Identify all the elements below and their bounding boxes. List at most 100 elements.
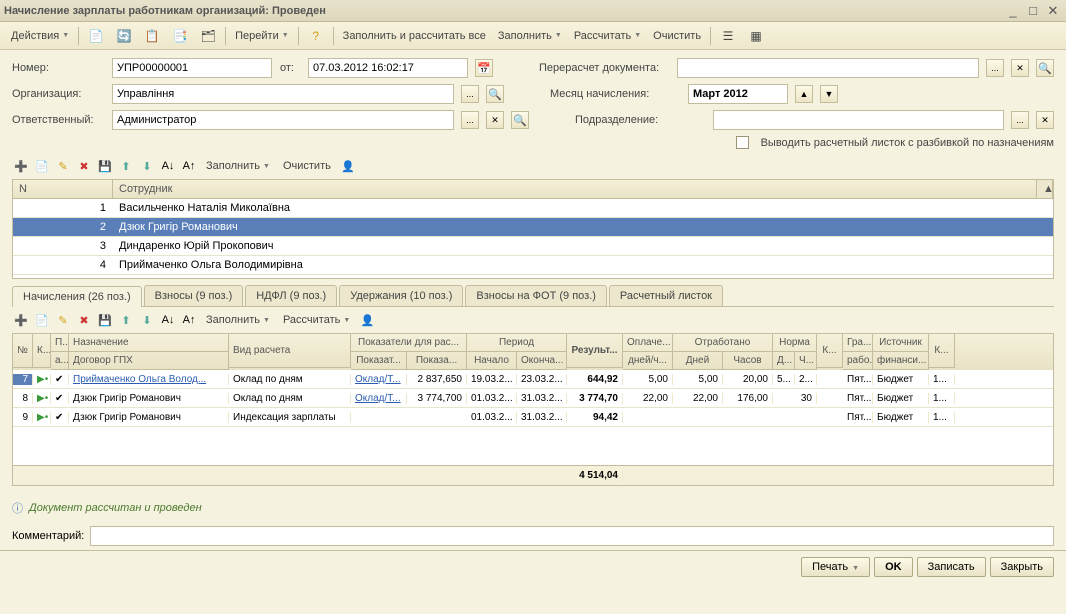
employee-grid-body[interactable]: 1Васильченко Наталія Миколаївна 2Дзюк Гр… [13,199,1053,275]
col-n[interactable]: N [13,180,113,198]
add-copy-button[interactable]: 📄 [33,157,51,175]
tab-accruals[interactable]: Начисления (26 поз.) [12,286,142,307]
comment-input[interactable] [90,526,1054,546]
toolbar-icon-1[interactable]: 📄 [83,25,109,47]
d-person-button[interactable]: 👤 [358,311,376,329]
go-menu[interactable]: Перейти▼ [230,27,294,45]
add-button[interactable]: ➕ [12,157,30,175]
footer: Печать ▼ OK Записать Закрыть [0,550,1066,583]
toolbar-icon-5[interactable]: 🗂 [195,25,221,47]
maximize-button[interactable]: □ [1024,3,1042,19]
d-fill-menu[interactable]: Заполнить▼ [201,311,275,329]
detail-grid: № К... П... а... Назначение Договор ГПХ … [12,333,1054,486]
sort-asc-button[interactable]: A↓ [159,157,177,175]
minimize-button[interactable]: _ [1004,3,1022,19]
delete-button[interactable]: ✖ [75,157,93,175]
fill-calc-all-button[interactable]: Заполнить и рассчитать все [338,27,491,45]
status-line: ⓘ Документ рассчитан и проведен [0,494,1066,522]
toolbar-icon-2[interactable]: 🔄 [111,25,137,47]
save-doc-button[interactable]: Записать [917,557,986,577]
resp-input[interactable]: Администратор [112,110,454,130]
d-delete-button[interactable]: ✖ [75,311,93,329]
toolbar-icon-7[interactable]: ▦ [743,25,769,47]
dept-select-button[interactable]: ... [1011,111,1029,129]
table-row[interactable]: 2Дзюк Григір Романович [13,218,1053,237]
recalc-clear-button[interactable]: ✕ [1011,59,1029,77]
total-value: 4 514,04 [567,470,623,481]
resp-search-button[interactable]: 🔍 [511,111,529,129]
close-doc-button[interactable]: Закрыть [990,557,1054,577]
detail-row[interactable]: 9▶•✔ Дзюк Григір РомановичИндексация зар… [13,408,1053,427]
recalc-input[interactable] [677,58,979,78]
table-row[interactable]: 1Васильченко Наталія Миколаївна [13,199,1053,218]
help-button[interactable]: ? [303,25,329,47]
detail-tabs: Начисления (26 поз.) Взносы (9 поз.) НДФ… [12,285,1054,307]
print-button[interactable]: Печать ▼ [801,557,870,577]
move-down-button[interactable]: ⬇ [138,157,156,175]
clear-button[interactable]: Очистить [648,27,706,45]
info-icon: ⓘ [12,500,23,516]
recalc-search-button[interactable]: 🔍 [1036,59,1054,77]
fill-menu[interactable]: Заполнить▼ [493,27,567,45]
recalc-select-button[interactable]: ... [986,59,1004,77]
move-up-button[interactable]: ⬆ [117,157,135,175]
sub-fill-menu[interactable]: Заполнить▼ [201,157,275,175]
resp-clear-button[interactable]: ✕ [486,111,504,129]
org-search-button[interactable]: 🔍 [486,85,504,103]
ok-button[interactable]: OK [874,557,913,577]
date-input[interactable]: 07.03.2012 16:02:17 [308,58,468,78]
d-calc-menu[interactable]: Рассчитать▼ [278,311,355,329]
number-input[interactable]: УПР00000001 [112,58,272,78]
calc-menu[interactable]: Рассчитать▼ [569,27,646,45]
detail-row[interactable]: 7▶•✔ Приймаченко Ольга Волод...Оклад по … [13,370,1053,389]
d-sort-asc-button[interactable]: A↓ [159,311,177,329]
d-sort-desc-button[interactable]: A↑ [180,311,198,329]
d-down-button[interactable]: ⬇ [138,311,156,329]
d-add-button[interactable]: ➕ [12,311,30,329]
dept-label: Подразделение: [575,114,705,126]
month-down-button[interactable]: ▼ [820,85,838,103]
number-label: Номер: [12,62,104,74]
date-picker-button[interactable]: 📅 [475,59,493,77]
toolbar-icon-6[interactable]: ☰ [715,25,741,47]
tab-fot[interactable]: Взносы на ФОТ (9 поз.) [465,285,607,306]
tab-payslip[interactable]: Расчетный листок [609,285,723,306]
sort-desc-button[interactable]: A↑ [180,157,198,175]
main-toolbar: Действия▼ 📄 🔄 📋 📑 🗂 Перейти▼ ? Заполнить… [0,22,1066,50]
help-icon: ? [308,28,324,44]
detail-toolbar: ➕ 📄 ✎ ✖ 💾 ⬆ ⬇ A↓ A↑ Заполнить▼ Рассчитат… [12,307,1054,333]
d-copy-button[interactable]: 📄 [33,311,51,329]
search-icon: 🔍 [488,88,502,101]
col-employee[interactable]: Сотрудник [113,180,1037,198]
org-input[interactable]: Управління [112,84,454,104]
actions-menu[interactable]: Действия▼ [6,27,74,45]
plus-doc-icon: 📄 [88,28,104,44]
detail-row[interactable]: 8▶•✔ Дзюк Григір РомановичОклад по дням … [13,389,1053,408]
resp-select-button[interactable]: ... [461,111,479,129]
split-checkbox[interactable] [736,136,749,149]
tab-deduct[interactable]: Удержания (10 поз.) [339,285,463,306]
d-up-button[interactable]: ⬆ [117,311,135,329]
table-row[interactable]: 4Приймаченко Ольга Володимирівна [13,256,1053,275]
d-save-button[interactable]: 💾 [96,311,114,329]
d-edit-button[interactable]: ✎ [54,311,72,329]
org-select-button[interactable]: ... [461,85,479,103]
edit-button[interactable]: ✎ [54,157,72,175]
table-row[interactable]: 3Диндаренко Юрій Прокопович [13,237,1053,256]
close-button[interactable]: ✕ [1044,3,1062,19]
detail-body[interactable]: 7▶•✔ Приймаченко Ольга Волод...Оклад по … [13,370,1053,465]
save-button[interactable]: 💾 [96,157,114,175]
toolbar-icon-3[interactable]: 📋 [139,25,165,47]
tab-ndfl[interactable]: НДФЛ (9 поз.) [245,285,337,306]
totals-row: 4 514,04 [13,465,1053,485]
sub-clear-button[interactable]: Очистить [278,157,336,175]
scroll-up[interactable]: ▲ [1037,180,1053,198]
tab-contrib[interactable]: Взносы (9 поз.) [144,285,244,306]
month-up-button[interactable]: ▲ [795,85,813,103]
struct-icon: 🗂 [200,28,216,44]
toolbar-icon-4[interactable]: 📑 [167,25,193,47]
dept-input[interactable] [713,110,1004,130]
person-button[interactable]: 👤 [339,157,357,175]
dept-clear-button[interactable]: ✕ [1036,111,1054,129]
month-input[interactable]: Март 2012 [688,84,788,104]
